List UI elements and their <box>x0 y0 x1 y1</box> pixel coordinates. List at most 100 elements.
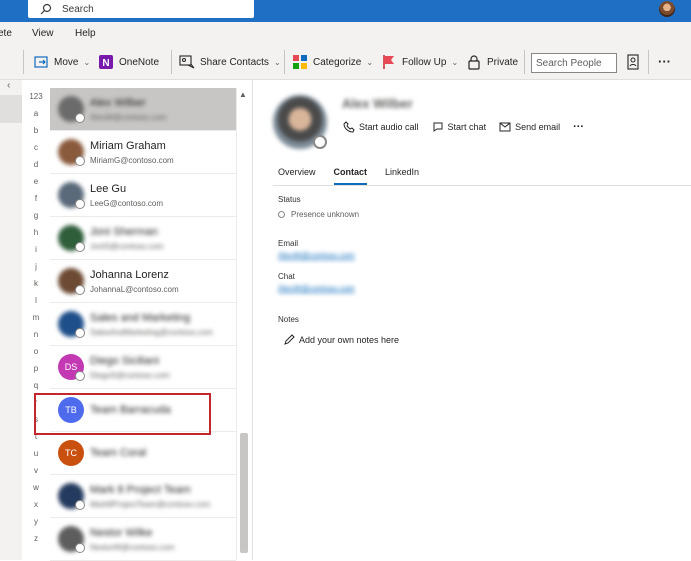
move-label: Move <box>54 56 79 68</box>
private-button[interactable]: Private <box>466 54 518 70</box>
contact-list-item[interactable]: Sales and Marketing SalesAndMarketing@con… <box>50 303 236 346</box>
follow-up-button[interactable]: Follow Up ⌄ <box>381 54 458 70</box>
chevron-down-icon: ⌄ <box>366 57 374 67</box>
address-book-button[interactable] <box>625 54 641 70</box>
contact-name: Lee Gu <box>90 183 127 195</box>
contact-avatar: TC <box>58 440 84 466</box>
email-link[interactable]: AlexW@contoso.com <box>278 251 355 260</box>
share-contacts-label: Share Contacts <box>200 56 269 68</box>
email-label: Email <box>278 239 299 248</box>
start-chat-label: Start chat <box>447 122 487 132</box>
address-book-icon <box>627 54 639 70</box>
categorize-button[interactable]: Categorize ⌄ <box>292 54 373 70</box>
presence-indicator <box>75 242 85 252</box>
index-letter[interactable]: a <box>22 109 50 118</box>
index-letter[interactable]: f <box>22 194 50 203</box>
onenote-icon: N <box>99 55 113 69</box>
index-letter[interactable]: c <box>22 143 50 152</box>
scroll-up-icon[interactable]: ▲ <box>239 90 247 99</box>
chevron-down-icon: ⌄ <box>83 57 91 67</box>
tab-divider <box>273 185 691 186</box>
contact-list-item[interactable]: Miriam Graham MiriamG@contoso.com <box>50 131 236 174</box>
index-letter[interactable]: d <box>22 160 50 169</box>
index-letter[interactable]: h <box>22 228 50 237</box>
contact-list-scrollbar[interactable]: ▲ <box>236 88 250 560</box>
contact-name: Alex Wilber <box>90 97 146 109</box>
chat-link[interactable]: AlexW@contoso.com <box>278 284 355 293</box>
index-letter[interactable]: o <box>22 347 50 356</box>
expand-chevron-icon[interactable]: ‹ <box>7 80 10 91</box>
menu-item-help[interactable]: Help <box>75 28 96 39</box>
folder-pane-collapsed: ‹ <box>0 80 22 560</box>
chevron-down-icon: ⌄ <box>451 57 459 67</box>
notes-label: Notes <box>278 315 299 324</box>
index-letter[interactable]: w <box>22 483 50 492</box>
index-letter[interactable]: v <box>22 466 50 475</box>
index-letter[interactable]: b <box>22 126 50 135</box>
index-letter[interactable]: e <box>22 177 50 186</box>
menu-item-delete[interactable]: ete <box>0 28 12 39</box>
more-actions-button[interactable]: ··· <box>573 121 584 133</box>
move-icon <box>34 56 48 68</box>
contact-list-item[interactable]: Alex Wilber AlexW@contoso.com <box>50 88 236 131</box>
contact-email: DiegoS@contoso.com <box>90 371 170 380</box>
index-letter[interactable]: q <box>22 381 50 390</box>
search-people-input[interactable]: Search People <box>531 53 617 73</box>
start-audio-call-button[interactable]: Start audio call <box>343 121 419 133</box>
index-letter[interactable]: x <box>22 500 50 509</box>
contact-list-item[interactable]: Johanna Lorenz JohannaL@contoso.com <box>50 260 236 303</box>
contact-list-item[interactable]: TC Team Coral <box>50 432 236 475</box>
more-options-button[interactable]: ··· <box>658 53 671 69</box>
contact-name: Johanna Lorenz <box>90 269 169 281</box>
mail-icon <box>499 122 511 132</box>
pencil-icon <box>284 334 295 345</box>
contact-email: NestorW@contoso.com <box>90 543 175 552</box>
share-contacts-button[interactable]: Share Contacts ⌄ <box>179 54 281 70</box>
menu-bar: ete View Help <box>0 22 691 44</box>
contact-email: SalesAndMarketing@contoso.com <box>90 328 213 337</box>
contact-name: Miriam Graham <box>90 140 166 152</box>
index-letter[interactable]: y <box>22 517 50 526</box>
tab-overview[interactable]: Overview <box>278 167 316 185</box>
follow-up-label: Follow Up <box>402 56 447 68</box>
index-letter[interactable]: l <box>22 296 50 305</box>
contact-list-item[interactable]: Nestor Wilke NestorW@contoso.com <box>50 518 236 561</box>
folder-pane-selected[interactable] <box>0 95 22 123</box>
index-letter[interactable]: p <box>22 364 50 373</box>
menu-item-view[interactable]: View <box>32 28 54 39</box>
index-letter[interactable]: 123 <box>22 92 50 101</box>
account-avatar[interactable] <box>659 1 675 17</box>
ribbon-separator <box>648 50 649 74</box>
contact-email: AlexW@contoso.com <box>90 113 167 122</box>
contact-list-item[interactable]: Joni Sherman JoniS@contoso.com <box>50 217 236 260</box>
move-button[interactable]: Move ⌄ <box>33 54 90 70</box>
presence-status-text: Presence unknown <box>291 210 360 219</box>
index-letter[interactable]: i <box>22 245 50 254</box>
index-letter[interactable]: n <box>22 330 50 339</box>
contact-name: Team Coral <box>90 447 147 459</box>
add-notes-label: Add your own notes here <box>299 335 400 345</box>
contact-list-item[interactable]: Lee Gu LeeG@contoso.com <box>50 174 236 217</box>
onenote-button[interactable]: N OneNote <box>98 54 159 70</box>
start-chat-button[interactable]: Start chat <box>432 121 487 133</box>
index-letter[interactable]: k <box>22 279 50 288</box>
index-letter[interactable]: z <box>22 534 50 543</box>
tab-linkedin[interactable]: LinkedIn <box>385 167 419 185</box>
ribbon-separator <box>171 50 172 74</box>
send-email-button[interactable]: Send email <box>499 121 560 133</box>
contact-list-item[interactable]: DS Diego Siciliani DiegoS@contoso.com <box>50 346 236 389</box>
start-audio-call-label: Start audio call <box>359 122 419 132</box>
add-notes-button[interactable]: Add your own notes here <box>283 334 399 346</box>
index-letter[interactable]: u <box>22 449 50 458</box>
scrollbar-thumb[interactable] <box>240 433 248 553</box>
tab-contact[interactable]: Contact <box>333 167 368 185</box>
svg-text:N: N <box>102 58 109 69</box>
presence-status: Presence unknown <box>278 210 359 219</box>
index-letter[interactable]: j <box>22 262 50 271</box>
search-box[interactable]: Search <box>28 0 254 18</box>
contact-list-item[interactable]: Mark 8 Project Team Mark8ProjectTeam@cont… <box>50 475 236 518</box>
ribbon-toolbar: Move ⌄ N OneNote Share Contacts ⌄ Catego… <box>0 44 691 80</box>
index-letter[interactable]: g <box>22 211 50 220</box>
contact-actions: Start audio call Start chat Send email ·… <box>343 121 584 133</box>
index-letter[interactable]: m <box>22 313 50 322</box>
